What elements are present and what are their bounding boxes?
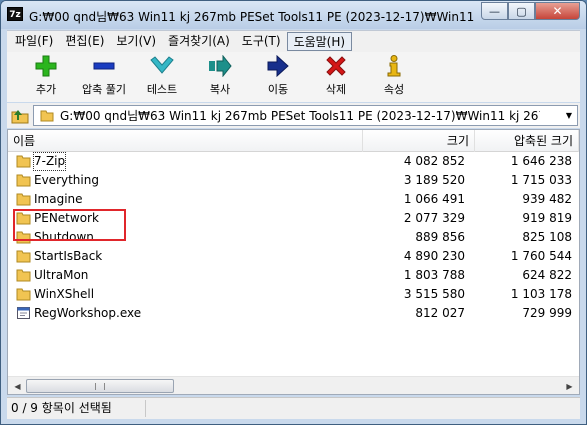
column-packed-size[interactable]: 압축된 크기 — [475, 130, 579, 152]
folder-icon — [16, 269, 31, 282]
file-name: UltraMon — [34, 268, 89, 282]
file-row[interactable]: StartIsBack 4 890 230 1 760 544 — [8, 247, 579, 266]
grip-icon — [95, 383, 105, 390]
file-name: StartIsBack — [34, 249, 103, 263]
file-name: Everything — [34, 173, 99, 187]
menu-file[interactable]: 파일(F) — [9, 32, 59, 51]
maximize-button[interactable]: ▢ — [508, 2, 535, 20]
status-bar: 0 / 9 항목이 선택됨 — [7, 397, 580, 419]
file-size: 3 189 520 — [403, 173, 465, 187]
file-size: 4 082 852 — [403, 154, 465, 168]
file-packed-size: 1 646 238 — [510, 154, 572, 168]
app-icon: 7z — [7, 7, 23, 21]
horizontal-scrollbar[interactable]: ◀ ▶ — [8, 376, 579, 394]
toolbar: 추가 압축 풀기 테스트 복사 이동 삭제 속성 — [7, 52, 580, 102]
extract-button[interactable]: 압축 풀기 — [75, 52, 133, 100]
folder-icon — [16, 193, 31, 206]
move-button[interactable]: 이동 — [249, 52, 307, 100]
status-divider — [145, 400, 146, 417]
address-field[interactable]: G:₩00 qnd님₩63 Win11 kj 267mb PESet Tools… — [33, 105, 578, 126]
copy-button[interactable]: 복사 — [191, 52, 249, 100]
folder-icon — [16, 155, 31, 168]
test-label: 테스트 — [146, 83, 178, 96]
file-packed-size: 1 715 033 — [510, 173, 572, 187]
file-packed-size: 624 822 — [522, 268, 572, 282]
title-bar[interactable]: 7z G:₩00 qnd님₩63 Win11 kj 267mb PESet To… — [1, 1, 586, 29]
selection-status: 0 / 9 항목이 선택됨 — [11, 401, 112, 415]
column-header: 이름 크기 압축된 크기 — [8, 130, 579, 152]
file-size: 812 027 — [415, 306, 465, 320]
folder-icon — [16, 250, 31, 263]
check-icon — [150, 55, 174, 77]
chevron-down-icon[interactable]: ▼ — [561, 106, 577, 125]
column-size[interactable]: 크기 — [363, 130, 475, 152]
close-button[interactable]: ✕ — [535, 2, 580, 20]
test-button[interactable]: 테스트 — [133, 52, 191, 100]
main-window: 7z G:₩00 qnd님₩63 Win11 kj 267mb PESet To… — [0, 0, 587, 425]
delete-x-icon — [324, 55, 348, 77]
file-name: 7-Zip — [33, 152, 67, 171]
properties-button[interactable]: 속성 — [365, 52, 423, 100]
file-row[interactable]: UltraMon 1 803 788 624 822 — [8, 266, 579, 285]
file-packed-size: 1 103 178 — [510, 287, 572, 301]
menu-bar: 파일(F) 편집(E) 보기(V) 즐겨찾기(A) 도구(T) 도움말(H) — [7, 30, 580, 52]
up-folder-icon — [11, 109, 29, 123]
copy-label: 복사 — [209, 83, 231, 96]
info-icon — [382, 55, 406, 77]
extract-label: 압축 풀기 — [82, 83, 126, 96]
file-size: 889 856 — [415, 230, 465, 244]
properties-label: 속성 — [383, 83, 405, 96]
folder-icon — [40, 110, 54, 122]
move-arrow-icon — [266, 55, 290, 77]
caption-buttons: — ▢ ✕ — [481, 2, 580, 21]
file-name: Imagine — [34, 192, 83, 206]
file-packed-size: 919 819 — [522, 211, 572, 225]
menu-edit[interactable]: 편집(E) — [59, 32, 110, 51]
exe-file-icon — [17, 307, 30, 319]
file-packed-size: 729 999 — [522, 306, 572, 320]
move-label: 이동 — [267, 83, 289, 96]
file-row[interactable]: 7-Zip 4 082 852 1 646 238 — [8, 152, 579, 171]
file-packed-size: 939 482 — [522, 192, 572, 206]
file-size: 1 803 788 — [403, 268, 465, 282]
plus-icon — [34, 55, 58, 77]
scrollbar-thumb[interactable] — [26, 379, 174, 393]
address-bar: G:₩00 qnd님₩63 Win11 kj 267mb PESet Tools… — [7, 103, 580, 128]
up-folder-button[interactable] — [7, 105, 33, 127]
minus-icon — [92, 55, 116, 77]
file-row[interactable]: RegWorkshop.exe 812 027 729 999 — [8, 304, 579, 323]
file-packed-size: 1 760 544 — [510, 249, 572, 263]
folder-icon — [16, 288, 31, 301]
window-title: G:₩00 qnd님₩63 Win11 kj 267mb PESet Tools… — [29, 10, 479, 24]
file-row[interactable]: Imagine 1 066 491 939 482 — [8, 190, 579, 209]
file-size: 4 890 230 — [403, 249, 465, 263]
copy-arrow-icon — [208, 55, 232, 77]
minimize-button[interactable]: — — [481, 2, 508, 20]
add-label: 추가 — [35, 83, 57, 96]
file-list[interactable]: 이름 크기 압축된 크기 7-Zip 4 082 852 1 646 238 E… — [7, 129, 580, 395]
scroll-left-icon[interactable]: ◀ — [9, 378, 26, 394]
menu-favorites[interactable]: 즐겨찾기(A) — [162, 32, 236, 51]
file-row[interactable]: Everything 3 189 520 1 715 033 — [8, 171, 579, 190]
add-button[interactable]: 추가 — [17, 52, 75, 100]
column-name[interactable]: 이름 — [8, 130, 363, 152]
address-path: G:₩00 qnd님₩63 Win11 kj 267mb PESet Tools… — [60, 109, 540, 123]
folder-icon — [16, 174, 31, 187]
scroll-right-icon[interactable]: ▶ — [561, 378, 578, 394]
file-size: 2 077 329 — [403, 211, 465, 225]
menu-help[interactable]: 도움말(H) — [286, 32, 353, 51]
delete-button[interactable]: 삭제 — [307, 52, 365, 100]
menu-view[interactable]: 보기(V) — [110, 32, 162, 51]
file-name: RegWorkshop.exe — [34, 306, 142, 320]
file-size: 1 066 491 — [403, 192, 465, 206]
annotation-highlight-box — [13, 209, 126, 241]
delete-label: 삭제 — [325, 83, 347, 96]
file-row[interactable]: WinXShell 3 515 580 1 103 178 — [8, 285, 579, 304]
file-name: WinXShell — [34, 287, 95, 301]
file-size: 3 515 580 — [403, 287, 465, 301]
file-packed-size: 825 108 — [522, 230, 572, 244]
menu-tools[interactable]: 도구(T) — [236, 32, 287, 51]
